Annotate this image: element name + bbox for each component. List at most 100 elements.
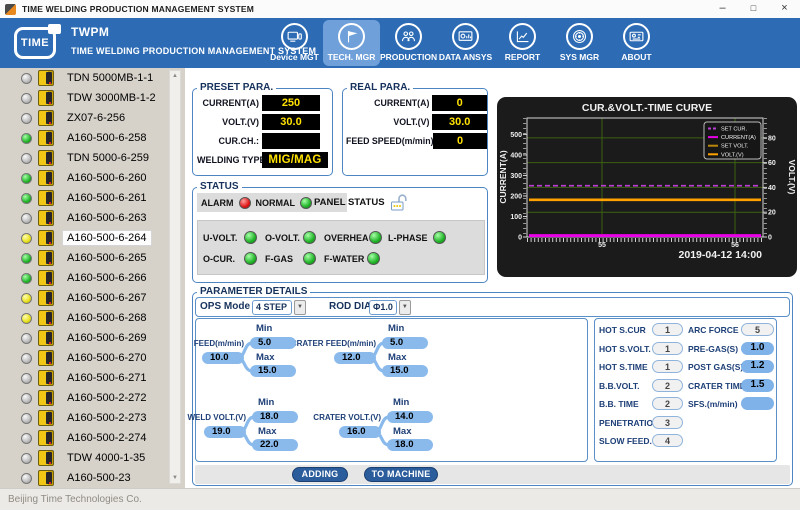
scroll-down-icon[interactable]: ▼ [170, 475, 180, 481]
min-value-field[interactable]: 18.0 [252, 411, 298, 423]
status-led-green [21, 133, 32, 144]
device-list-item[interactable]: A160-500-6-271 [0, 368, 168, 388]
feed-speed-display: 0 [433, 133, 487, 149]
device-list-item[interactable]: A160-500-2-273 [0, 408, 168, 428]
device-label: A160-500-6-265 [63, 251, 151, 265]
device-list-item[interactable]: A160-500-6-263 [0, 208, 168, 228]
param-field-post-gas-s[interactable]: 1.2 [741, 360, 774, 373]
o-cur-led [244, 252, 257, 265]
param-field-hot-s-time[interactable]: 1 [652, 360, 683, 373]
set-value-field[interactable]: 10.0 [202, 352, 244, 364]
max-value-field[interactable]: 22.0 [252, 439, 298, 451]
ops-mode-select[interactable]: 4 STEP ▼ [252, 300, 306, 315]
device-list-item[interactable]: TDW 3000MB-1-2 [0, 88, 168, 108]
maximize-icon[interactable]: □ [738, 0, 769, 18]
param-label-sfs-m-min: SFS.(m/min) [688, 399, 738, 409]
device-list-item[interactable]: A160-500-6-267 [0, 288, 168, 308]
param-field-crater-time-s[interactable]: 1.5 [741, 379, 774, 392]
welder-machine-icon [38, 270, 54, 286]
svg-text:40: 40 [768, 185, 776, 192]
extra-param-row: SLOW FEED.4 [595, 434, 776, 449]
welder-machine-icon [38, 430, 54, 446]
device-list-item[interactable]: TDN 5000MB-1-1 [0, 68, 168, 88]
nav-item-production[interactable]: PRODUCTION [380, 20, 437, 66]
min-value-field[interactable]: 5.0 [382, 337, 428, 349]
device-list-item[interactable]: A160-500-6-270 [0, 348, 168, 368]
min-value-field[interactable]: 5.0 [250, 337, 296, 349]
status-led-gray [21, 113, 32, 124]
status-led-green [21, 193, 32, 204]
scroll-up-icon[interactable]: ▲ [170, 73, 180, 79]
device-list-item[interactable]: A160-500-6-260 [0, 168, 168, 188]
l-phase-label: L-PHASE [388, 233, 428, 243]
sys-mgr-icon [566, 23, 593, 50]
device-list-item[interactable]: A160-500-6-261 [0, 188, 168, 208]
rod-dia-select[interactable]: Φ1.0 ▼ [369, 300, 411, 315]
welder-machine-icon [38, 370, 54, 386]
nav-item-report[interactable]: REPORT [494, 20, 551, 66]
param-field-sfs-m-min[interactable] [741, 397, 774, 410]
param-label-slow-feed: SLOW FEED. [599, 436, 652, 446]
nav-label: SYS MGR [560, 52, 599, 62]
preset-current-display: 250 [262, 95, 320, 111]
device-list-item[interactable]: A160-500-6-269 [0, 328, 168, 348]
set-value-field[interactable]: 19.0 [204, 426, 246, 438]
nav-item-data-ansys[interactable]: DATA ANSYS [437, 20, 494, 66]
u-volt-led [244, 231, 257, 244]
svg-text:SET CUR.: SET CUR. [721, 127, 747, 133]
device-list-item[interactable]: A160-500-6-268 [0, 308, 168, 328]
device-list-item[interactable]: A160-500-23 [0, 468, 168, 488]
sidebar-scrollbar[interactable]: ▲ ▼ [169, 70, 181, 484]
set-value-field[interactable]: 16.0 [339, 426, 381, 438]
nav-item-tech-mgr[interactable]: TECH. MGR [323, 20, 380, 66]
ops-mode-value: 4 STEP [252, 300, 292, 315]
param-field-b-b-time[interactable]: 2 [652, 397, 683, 410]
o-cur-label: O-CUR. [203, 254, 235, 264]
device-list-item[interactable]: A160-500-6-266 [0, 268, 168, 288]
close-icon[interactable]: × [769, 0, 800, 18]
param-field-slow-feed[interactable]: 4 [652, 434, 683, 447]
min-value-field[interactable]: 14.0 [387, 411, 433, 423]
o-volt-led [303, 231, 316, 244]
real-current-label: CURRENT(A) [346, 98, 429, 108]
indicator-cell: F-WATER [324, 252, 388, 265]
device-list-item[interactable]: TDN 5000-6-259 [0, 148, 168, 168]
param-field-b-b-volt[interactable]: 2 [652, 379, 683, 392]
to-machine-button[interactable]: TO MACHINE [364, 467, 438, 482]
nav-label: DATA ANSYS [439, 52, 492, 62]
nav-item-sys-mgr[interactable]: SYS MGR [551, 20, 608, 66]
param-field-arc-force[interactable]: 5 [741, 323, 774, 336]
max-value-field[interactable]: 15.0 [382, 365, 428, 377]
max-value-field[interactable]: 15.0 [250, 365, 296, 377]
device-list-item[interactable]: A160-500-2-274 [0, 428, 168, 448]
device-label: A160-500-6-266 [63, 271, 151, 285]
device-label: A160-500-6-260 [63, 171, 151, 185]
nav-item-device-mgt[interactable]: Device MGT [266, 20, 323, 66]
device-list-item[interactable]: A160-500-6-258 [0, 128, 168, 148]
max-value-field[interactable]: 18.0 [387, 439, 433, 451]
nav-item-about[interactable]: ABOUT [608, 20, 665, 66]
device-list-item[interactable]: A160-500-6-264 [0, 228, 168, 248]
param-field-hot-s-cur[interactable]: 1 [652, 323, 683, 336]
device-list-item[interactable]: A160-500-6-265 [0, 248, 168, 268]
svg-text:60: 60 [768, 160, 776, 167]
chevron-down-icon[interactable]: ▼ [294, 300, 306, 315]
minimize-icon[interactable]: – [707, 0, 738, 18]
param-field-penetration[interactable]: 3 [652, 416, 683, 429]
f-gas-led [303, 252, 316, 265]
status-led-gray [21, 73, 32, 84]
device-list-item[interactable]: ZX07-6-256 [0, 108, 168, 128]
adding-button[interactable]: ADDING [292, 467, 348, 482]
param-field-hot-s-volt[interactable]: 1 [652, 342, 683, 355]
param-field-pre-gas-s[interactable]: 1.0 [741, 342, 774, 355]
status-led-gray [21, 393, 32, 404]
svg-text:VOLT.(V): VOLT.(V) [787, 160, 797, 195]
panel-status-label: PANEL STATUS [314, 197, 385, 208]
device-list-item[interactable]: TDW 4000-1-35 [0, 448, 168, 468]
f-water-led [367, 252, 380, 265]
chevron-down-icon[interactable]: ▼ [399, 300, 411, 315]
device-list-item[interactable]: A160-500-2-272 [0, 388, 168, 408]
svg-text:VOLT.(V): VOLT.(V) [721, 152, 744, 158]
set-value-field[interactable]: 12.0 [334, 352, 376, 364]
production-icon [395, 23, 422, 50]
